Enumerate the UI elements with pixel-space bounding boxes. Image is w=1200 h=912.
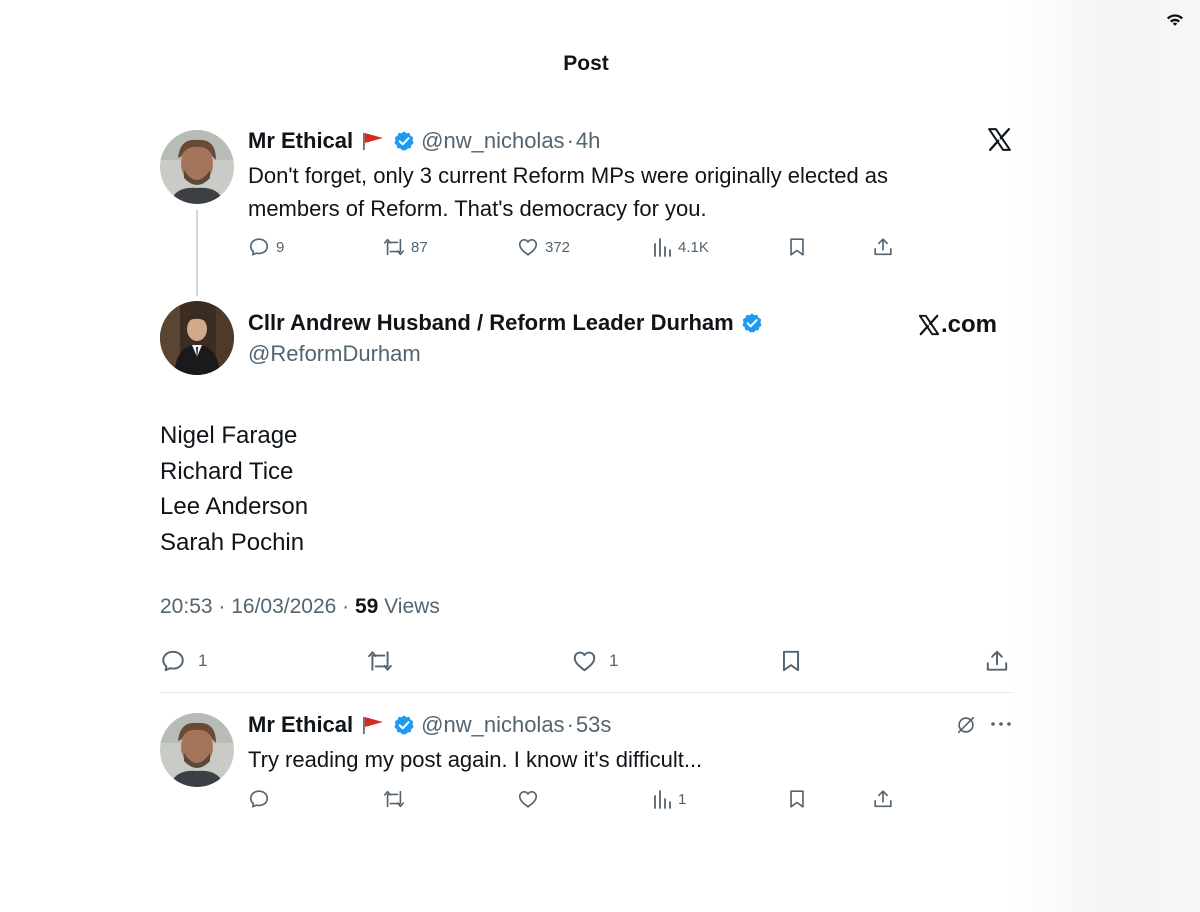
repost-count: 87 (411, 238, 428, 256)
like-icon (573, 651, 596, 672)
avatar[interactable] (160, 130, 234, 204)
reply-count: 1 (198, 651, 208, 670)
post-text-line: Sarah Pochin (160, 528, 305, 556)
post-text-line: members of Reform. That's democracy for … (248, 196, 707, 221)
post-text-line: Nigel Farage (160, 422, 298, 449)
bookmark-icon (790, 790, 804, 808)
views-count: 59 (354, 595, 379, 618)
like-count: 1 (609, 651, 619, 670)
like-button[interactable]: 1 (571, 648, 618, 674)
views-button[interactable]: 4.1K (652, 236, 709, 258)
verified-icon (742, 313, 762, 333)
more-icon[interactable] (990, 718, 1012, 730)
views-label: Views (378, 595, 440, 618)
post-text: Don't forget, only 3 current Reform MPs … (248, 159, 888, 225)
author-row: Mr Ethical @nw_nicholas · 53s (248, 712, 611, 738)
post-time[interactable]: 53s (576, 712, 611, 738)
author-name[interactable]: Mr Ethical (248, 128, 353, 154)
repost-button[interactable] (366, 648, 394, 674)
author-handle[interactable]: @nw_nicholas (421, 712, 564, 738)
author-handle[interactable]: @ReformDurham (248, 341, 421, 367)
views-button[interactable]: 1 (652, 788, 686, 810)
share-icon (874, 790, 892, 808)
reply-icon (162, 650, 184, 672)
reply-button[interactable]: 1 (160, 648, 207, 674)
right-edge-shade (1010, 0, 1200, 912)
x-logo-icon (918, 314, 940, 336)
verified-icon (394, 131, 414, 151)
post-text-line: Don't forget, only 3 current Reform MPs … (248, 163, 889, 188)
author-row: Mr Ethical @nw_nicholas · 4h (248, 128, 600, 154)
verified-icon (394, 715, 414, 735)
like-count: 372 (545, 238, 571, 256)
wifi-icon (1166, 14, 1184, 26)
views-icon (654, 790, 671, 809)
repost-button[interactable] (383, 788, 405, 810)
bookmark-icon (782, 650, 800, 672)
post-meta: 20:53 · 16/03/2026 · 59 Views (160, 595, 440, 619)
grok-icon[interactable] (955, 714, 977, 736)
avatar[interactable] (160, 301, 234, 375)
post-text-line: Richard Tice (160, 457, 294, 485)
reply-button[interactable] (248, 788, 270, 810)
reply-icon (249, 238, 269, 256)
reply-count: 9 (276, 238, 285, 256)
repost-button[interactable]: 87 (383, 236, 428, 258)
views-count: 4.1K (678, 238, 709, 256)
post-timestamp[interactable]: 20:53 · 16/03/2026 · (160, 595, 355, 618)
post-text-line: Lee Anderson (160, 493, 309, 520)
author-row: Cllr Andrew Husband / Reform Leader Durh… (248, 310, 763, 336)
reply-icon (249, 790, 269, 808)
author-name[interactable]: Mr Ethical (248, 712, 353, 738)
share-icon (986, 650, 1008, 671)
brand-suffix: .com (941, 311, 998, 338)
flag-icon (363, 133, 384, 150)
x-logo-icon[interactable] (987, 127, 1012, 152)
views-count: 1 (678, 790, 687, 808)
bookmark-icon (790, 238, 804, 256)
thread-line (196, 210, 198, 296)
author-name[interactable]: Cllr Andrew Husband / Reform Leader Durh… (248, 310, 734, 336)
reply-button[interactable]: 9 (248, 236, 284, 258)
post-text: Try reading my post again. I know it's d… (248, 747, 703, 772)
repost-icon (384, 790, 404, 808)
views-icon (654, 238, 671, 257)
avatar[interactable] (160, 713, 234, 787)
page-title: Post (563, 52, 609, 75)
dot-separator: · (566, 712, 574, 737)
bookmark-button[interactable] (786, 788, 808, 810)
repost-icon (384, 238, 404, 256)
like-icon (518, 239, 538, 256)
x-com-brand: .com (918, 311, 997, 339)
divider (160, 692, 1014, 693)
flag-icon (363, 717, 384, 734)
post-text: Nigel Farage Richard Tice Lee Anderson S… (160, 418, 308, 560)
like-button[interactable] (517, 788, 539, 810)
like-icon (518, 791, 538, 808)
post-time[interactable]: 4h (576, 128, 600, 154)
bookmark-button[interactable] (786, 236, 808, 258)
share-button[interactable] (872, 236, 894, 258)
author-handle[interactable]: @nw_nicholas (421, 128, 564, 154)
share-icon (874, 238, 892, 256)
like-button[interactable]: 372 (517, 236, 570, 258)
repost-icon (368, 651, 392, 671)
share-button[interactable] (984, 648, 1010, 674)
dot-separator: · (566, 128, 574, 153)
bookmark-button[interactable] (778, 648, 804, 674)
share-button[interactable] (872, 788, 894, 810)
